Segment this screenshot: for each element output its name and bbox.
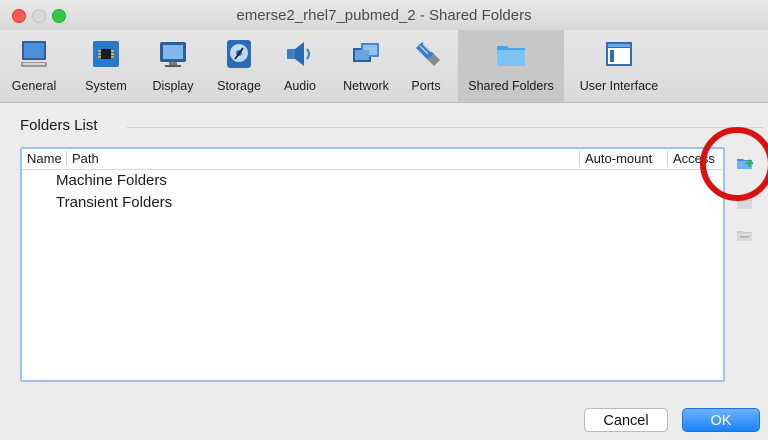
section-divider xyxy=(127,127,763,128)
ports-icon xyxy=(416,42,440,66)
general-icon xyxy=(21,41,47,67)
cancel-button[interactable]: Cancel xyxy=(584,408,668,432)
tab-label: General xyxy=(11,79,57,93)
shared-folders-icon xyxy=(497,46,525,66)
tab-label: Network xyxy=(343,79,389,93)
tab-label: User Interface xyxy=(579,79,659,93)
tab-label: Storage xyxy=(217,79,261,93)
system-icon xyxy=(93,41,119,67)
column-separator xyxy=(66,151,67,166)
tab-label: Ports xyxy=(411,79,441,93)
audio-icon xyxy=(287,42,310,66)
column-header-auto-mount[interactable]: Auto-mount xyxy=(585,151,652,166)
folders-list-heading: Folders List xyxy=(20,117,98,134)
list-header: Name Path Auto-mount Access xyxy=(22,149,723,170)
tab-label: Shared Folders xyxy=(468,79,554,93)
list-item-transient-folders[interactable]: Transient Folders xyxy=(56,194,172,211)
tab-audio[interactable]: Audio xyxy=(276,30,324,102)
settings-toolbar: General System Display Storage Audio Net… xyxy=(0,30,768,103)
annotation-circle xyxy=(700,127,768,201)
tab-network[interactable]: Network xyxy=(338,30,394,102)
title-bar: emerse2_rhel7_pubmed_2 - Shared Folders xyxy=(0,0,768,31)
tab-label: Display xyxy=(152,79,194,93)
window-title: emerse2_rhel7_pubmed_2 - Shared Folders xyxy=(236,7,532,24)
tab-general[interactable]: General xyxy=(8,30,60,102)
shared-folders-list[interactable]: Name Path Auto-mount Access Machine Fold… xyxy=(20,147,725,382)
tab-label: System xyxy=(85,79,127,93)
tab-user-interface[interactable]: User Interface xyxy=(572,30,666,102)
ok-button[interactable]: OK xyxy=(682,408,760,432)
tab-display[interactable]: Display xyxy=(146,30,200,102)
tab-system[interactable]: System xyxy=(80,30,132,102)
display-icon xyxy=(160,42,186,67)
network-icon xyxy=(353,43,379,62)
column-header-name[interactable]: Name xyxy=(27,151,62,166)
tab-storage[interactable]: Storage xyxy=(212,30,266,102)
tab-ports[interactable]: Ports xyxy=(404,30,448,102)
tab-shared-folders[interactable]: Shared Folders xyxy=(458,30,564,102)
user-interface-icon xyxy=(606,42,632,66)
column-header-path[interactable]: Path xyxy=(72,151,99,166)
column-separator xyxy=(667,151,668,166)
column-separator xyxy=(579,151,580,166)
tab-label: Audio xyxy=(284,79,316,93)
storage-icon xyxy=(227,40,251,68)
remove-shared-folder-icon[interactable] xyxy=(736,228,754,242)
list-item-machine-folders[interactable]: Machine Folders xyxy=(56,172,167,189)
